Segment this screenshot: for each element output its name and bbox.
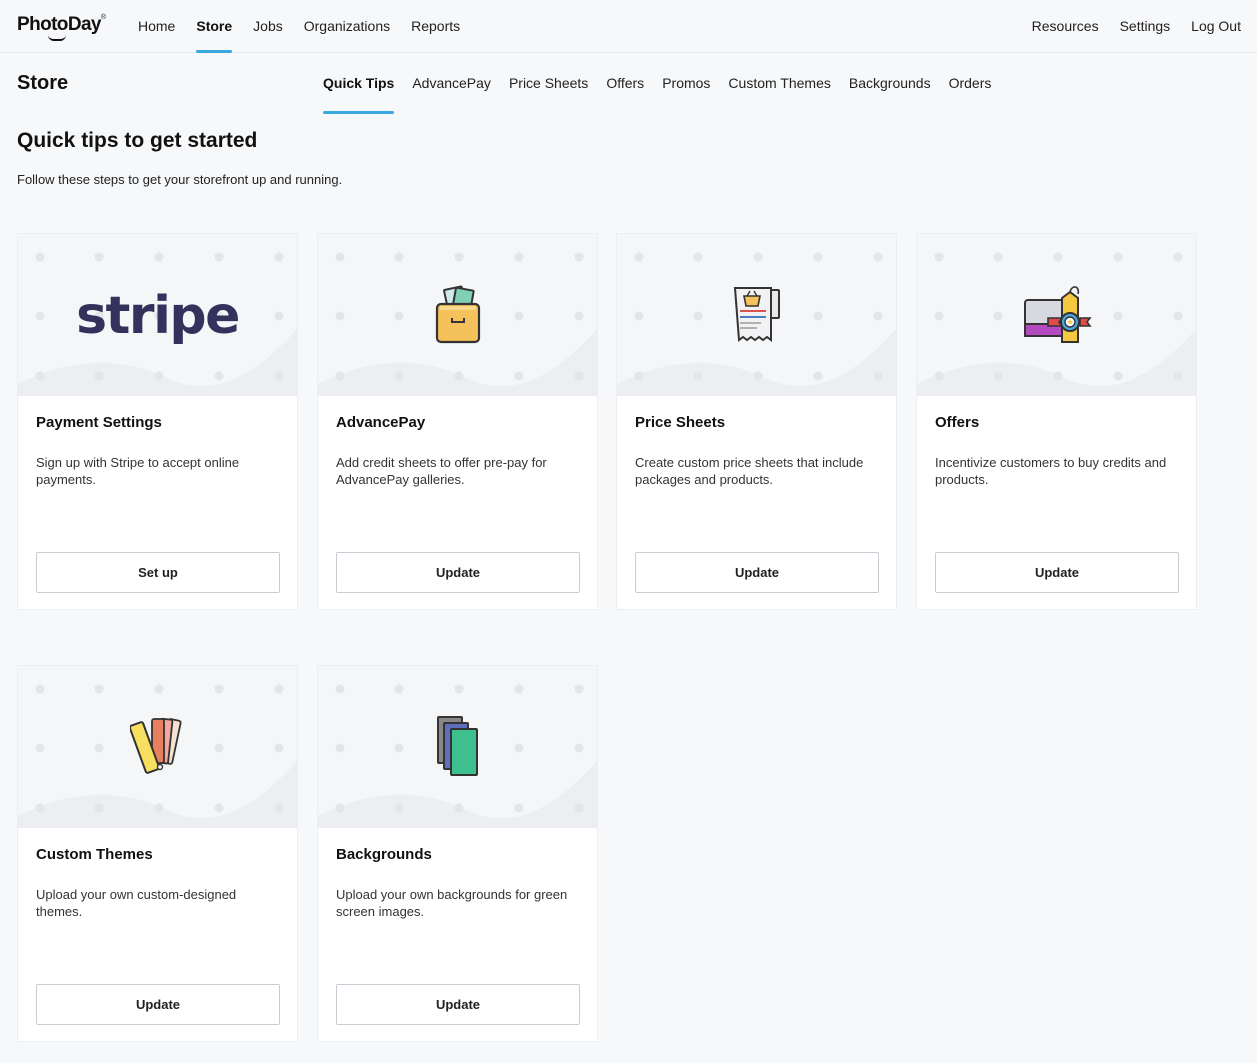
card-description: Add credit sheets to offer pre-pay for A… bbox=[336, 455, 547, 487]
logo-smile-mark bbox=[48, 35, 66, 41]
tab-promos[interactable]: Promos bbox=[662, 64, 710, 114]
update-offers-button[interactable]: Update bbox=[935, 552, 1179, 593]
card-hero: stripe bbox=[18, 234, 297, 396]
card-custom-themes: Custom Themes Upload your own custom-des… bbox=[17, 665, 298, 1042]
nav-settings[interactable]: Settings bbox=[1120, 0, 1171, 53]
card-description: Upload your own backgrounds for green sc… bbox=[336, 887, 568, 919]
section-title: Quick tips to get started bbox=[17, 129, 258, 152]
card-title: Price Sheets bbox=[635, 414, 726, 431]
card-description: Upload your own custom-designed themes. bbox=[36, 887, 237, 919]
backgrounds-icon bbox=[436, 716, 478, 776]
offer-tag-icon bbox=[1023, 286, 1092, 343]
card-hero bbox=[18, 666, 297, 828]
card-title: Backgrounds bbox=[336, 846, 432, 863]
card-hero bbox=[318, 666, 597, 828]
nav-home[interactable]: Home bbox=[138, 0, 175, 53]
card-hero bbox=[917, 234, 1196, 396]
card-title: Payment Settings bbox=[36, 414, 162, 431]
tab-orders[interactable]: Orders bbox=[949, 64, 992, 114]
photoday-logo[interactable]: PhotoDay® bbox=[17, 14, 106, 41]
color-swatch-icon bbox=[129, 717, 182, 774]
card-title: Custom Themes bbox=[36, 846, 153, 863]
card-hero bbox=[318, 234, 597, 396]
tab-offers[interactable]: Offers bbox=[606, 64, 644, 114]
section-subtitle: Follow these steps to get your storefron… bbox=[17, 172, 343, 187]
nav-jobs[interactable]: Jobs bbox=[253, 0, 283, 53]
tab-custom-themes[interactable]: Custom Themes bbox=[728, 64, 830, 114]
card-advancepay: AdvancePay Add credit sheets to offer pr… bbox=[317, 233, 598, 610]
card-hero bbox=[617, 234, 896, 396]
update-custom-themes-button[interactable]: Update bbox=[36, 984, 280, 1025]
nav-resources[interactable]: Resources bbox=[1032, 0, 1099, 53]
tab-price-sheets[interactable]: Price Sheets bbox=[509, 64, 588, 114]
nav-store[interactable]: Store bbox=[196, 0, 232, 53]
update-backgrounds-button[interactable]: Update bbox=[336, 984, 580, 1025]
price-sheet-icon bbox=[733, 287, 780, 342]
tab-quick-tips[interactable]: Quick Tips bbox=[323, 64, 395, 114]
secondary-nav: Resources Settings Log Out bbox=[1011, 0, 1241, 53]
top-navigation: PhotoDay® Home Store Jobs Organizations … bbox=[0, 0, 1257, 53]
page-title: Store bbox=[17, 72, 69, 94]
nav-reports[interactable]: Reports bbox=[411, 0, 460, 53]
card-backgrounds: Backgrounds Upload your own backgrounds … bbox=[317, 665, 598, 1042]
set-up-button[interactable]: Set up bbox=[36, 552, 280, 593]
card-payment-settings: stripe Payment Settings Sign up with Str… bbox=[17, 233, 298, 610]
wallet-icon bbox=[435, 285, 480, 344]
tab-backgrounds[interactable]: Backgrounds bbox=[849, 64, 931, 114]
card-offers: Offers Incentivize customers to buy cred… bbox=[916, 233, 1197, 610]
card-price-sheets: Price Sheets Create custom price sheets … bbox=[616, 233, 897, 610]
update-advancepay-button[interactable]: Update bbox=[336, 552, 580, 593]
store-tabs: Quick Tips AdvancePay Price Sheets Offer… bbox=[323, 64, 1009, 114]
card-title: Offers bbox=[935, 414, 980, 431]
nav-log-out[interactable]: Log Out bbox=[1191, 0, 1241, 53]
stripe-logo: stripe bbox=[76, 286, 240, 346]
update-price-sheets-button[interactable]: Update bbox=[635, 552, 879, 593]
card-description: Create custom price sheets that include … bbox=[635, 455, 864, 487]
card-description: Sign up with Stripe to accept online pay… bbox=[36, 455, 240, 487]
brand-name: PhotoDay bbox=[17, 14, 101, 35]
card-title: AdvancePay bbox=[336, 414, 426, 431]
trademark: ® bbox=[100, 14, 106, 21]
primary-nav: Home Store Jobs Organizations Reports bbox=[138, 0, 481, 53]
card-description: Incentivize customers to buy credits and… bbox=[935, 455, 1167, 487]
nav-organizations[interactable]: Organizations bbox=[304, 0, 390, 53]
tab-advancepay[interactable]: AdvancePay bbox=[412, 64, 491, 114]
